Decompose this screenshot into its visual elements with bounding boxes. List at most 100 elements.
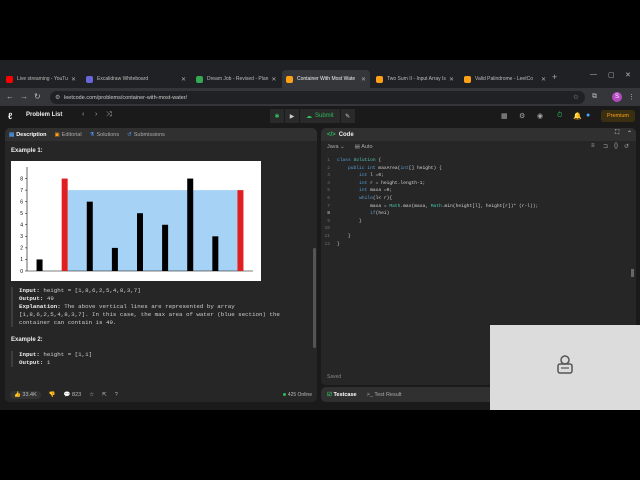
- browser-tab[interactable]: Live streaming - YouTu ✕: [2, 70, 80, 88]
- star-icon[interactable]: ☆: [89, 392, 94, 398]
- description-scrollbar[interactable]: [313, 248, 316, 348]
- close-icon[interactable]: ✕: [446, 76, 454, 83]
- y-tick-label: 0: [20, 269, 23, 275]
- code-line[interactable]: 1 class Solution {: [321, 157, 636, 165]
- prev-problem-icon[interactable]: ‹: [82, 111, 84, 118]
- code-line[interactable]: 5 int maxa =0;: [321, 187, 636, 195]
- thumbs-up-icon: 👍: [14, 392, 21, 398]
- testcase-label: Testcase: [333, 391, 357, 398]
- like-count: 33.4K: [22, 392, 37, 398]
- share-icon[interactable]: ⇱: [102, 392, 107, 398]
- window-close-icon[interactable]: ✕: [625, 71, 631, 79]
- leetcode-icon: [286, 75, 293, 83]
- address-bar[interactable]: ⚙ leetcode.com/problems/container-with-m…: [50, 91, 585, 104]
- notes-icon[interactable]: ✎: [340, 109, 355, 123]
- run-icon[interactable]: ▶: [285, 109, 299, 123]
- code-line[interactable]: 8 if(hei): [321, 210, 636, 218]
- code-line[interactable]: 12}: [321, 241, 636, 249]
- code-line[interactable]: 6 while(l< r){: [321, 195, 636, 203]
- tab-solutions[interactable]: ⚗ Solutions: [90, 132, 120, 138]
- notifications-icon[interactable]: 🔔: [573, 112, 582, 120]
- height-bar: [187, 178, 194, 271]
- new-tab-icon[interactable]: +: [552, 72, 557, 82]
- tab-title: Two Sum II - Input Array Is: [387, 76, 446, 82]
- language-select[interactable]: Java ⌄: [327, 144, 345, 150]
- code-line[interactable]: 3 int l =0;: [321, 172, 636, 180]
- browser-tab[interactable]: Two Sum II - Input Array Is ✕: [372, 70, 458, 88]
- close-icon[interactable]: ✕: [268, 76, 276, 83]
- example-1-output: 49: [43, 295, 54, 302]
- back-icon[interactable]: ←: [6, 92, 14, 101]
- example-2-title: Example 2:: [11, 337, 43, 343]
- settings-icon[interactable]: ⚙: [519, 112, 525, 120]
- user-avatar[interactable]: ●: [586, 112, 590, 119]
- tab-editorial[interactable]: ▣ Editorial: [54, 132, 81, 138]
- code-line[interactable]: 2 public int maxArea(int[] height) {: [321, 165, 636, 173]
- code-line[interactable]: 4 int r = height.length-1;: [321, 180, 636, 188]
- online-text: 425 Online: [287, 392, 312, 398]
- submit-button[interactable]: ☁ Submit: [300, 109, 340, 123]
- code-line[interactable]: 7 maxa = Math.max(maxa, Math.min(height[…: [321, 203, 636, 211]
- like-button[interactable]: 👍 33.4K: [10, 391, 41, 399]
- reload-icon[interactable]: ↻: [34, 92, 41, 101]
- profile-avatar[interactable]: S: [612, 92, 622, 102]
- leetcode-logo-icon[interactable]: ℓ: [8, 111, 17, 121]
- bookmark-icon[interactable]: ⊐: [603, 143, 608, 150]
- close-icon[interactable]: ✕: [178, 76, 186, 83]
- code-line[interactable]: 9 }: [321, 218, 636, 226]
- forward-icon[interactable]: →: [20, 92, 28, 101]
- submissions-icon: ↺: [127, 131, 132, 138]
- more-icon[interactable]: ⌃: [627, 130, 632, 137]
- debug-icon[interactable]: ✱: [270, 109, 284, 123]
- autocomplete-toggle[interactable]: ▤ Auto: [355, 144, 373, 150]
- lock-icon: ▤: [354, 144, 360, 150]
- tab-description[interactable]: ▤ Description: [9, 132, 46, 138]
- browser-tab[interactable]: Valid Palindrome - LeetCo ✕: [460, 70, 550, 88]
- webcam-overlay: [490, 325, 640, 410]
- line-number: 1: [327, 158, 330, 163]
- close-icon[interactable]: ✕: [358, 76, 366, 83]
- help-icon[interactable]: ?: [115, 392, 118, 398]
- browser-tab-active[interactable]: Container With Most Wate ✕: [282, 70, 370, 88]
- format-icon[interactable]: ≡: [591, 143, 595, 149]
- line-number: 7: [327, 203, 330, 209]
- comments-button[interactable]: 💬 823: [64, 392, 82, 398]
- browser-tab[interactable]: Excalidraw Whiteboard ✕: [82, 70, 190, 88]
- browser-tab[interactable]: Dream Job - Revised - Plan ✕: [192, 70, 280, 88]
- close-icon[interactable]: ✕: [538, 76, 546, 83]
- site-info-icon[interactable]: ⚙: [55, 94, 60, 101]
- chevron-down-icon: ⌄: [340, 144, 345, 150]
- editor-scrollbar[interactable]: [631, 269, 634, 277]
- excalidraw-icon: [86, 75, 93, 83]
- dislike-icon[interactable]: 👎: [49, 392, 56, 398]
- code-editor[interactable]: 1 class Solution {2 public int maxArea(in…: [321, 157, 636, 248]
- expand-icon[interactable]: ⛶: [615, 130, 619, 137]
- online-dot-icon: [282, 393, 286, 397]
- timer-icon[interactable]: ⏱: [557, 112, 562, 120]
- tab-testcase[interactable]: ☑ Testcase: [327, 392, 357, 398]
- code-line[interactable]: 10: [321, 225, 636, 233]
- reset-icon[interactable]: ↺: [624, 143, 629, 150]
- minimize-icon[interactable]: —: [590, 71, 597, 78]
- height-bar: [162, 224, 169, 271]
- premium-button[interactable]: Premium: [601, 110, 635, 122]
- water-area: [67, 190, 238, 271]
- tab-test-result[interactable]: >_ Test Result: [367, 392, 402, 398]
- problem-list-link[interactable]: Problem List: [26, 112, 62, 118]
- extensions-icon[interactable]: ⧉: [592, 93, 597, 101]
- streak-icon[interactable]: ◉: [537, 112, 543, 120]
- leetcode-icon: [376, 75, 383, 83]
- tab-submissions[interactable]: ↺ Submissions: [127, 132, 165, 138]
- y-tick-label: 8: [20, 176, 23, 182]
- shuffle-icon[interactable]: ⤨: [106, 111, 112, 119]
- layout-icon[interactable]: ▦: [501, 112, 508, 120]
- close-icon[interactable]: ✕: [68, 76, 76, 83]
- next-problem-icon[interactable]: ›: [95, 111, 97, 118]
- tab-label: Submissions: [133, 131, 165, 138]
- braces-icon[interactable]: {}: [614, 143, 618, 149]
- menu-icon[interactable]: ⋮: [628, 93, 635, 101]
- highlight-bar: [237, 190, 244, 271]
- maximize-icon[interactable]: ▢: [608, 71, 615, 79]
- bookmark-star-icon[interactable]: ☆: [573, 93, 579, 101]
- code-line[interactable]: 11 }: [321, 233, 636, 241]
